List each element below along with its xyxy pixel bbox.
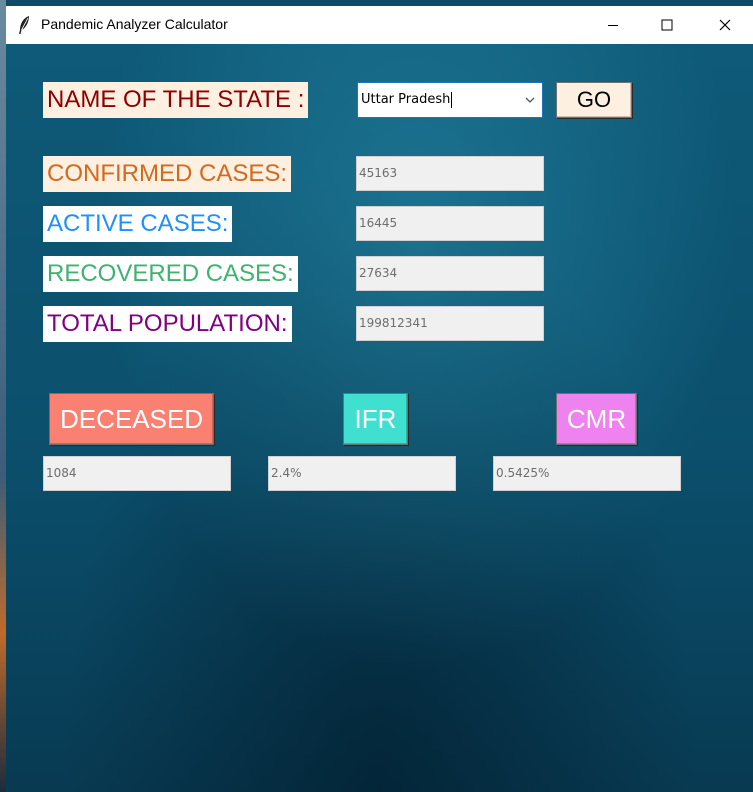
recovered-cases-field[interactable]: 27634	[356, 256, 544, 291]
ifr-button[interactable]: IFR	[343, 393, 408, 445]
state-combobox-value: Uttar Pradesh	[361, 91, 453, 108]
cmr-button[interactable]: CMR	[556, 393, 637, 445]
confirmed-cases-field[interactable]: 45163	[356, 156, 544, 191]
go-button[interactable]: GO	[556, 82, 632, 118]
app-window: Pandemic Analyzer Calculator NAME OF THE…	[0, 0, 753, 792]
state-label: NAME OF THE STATE :	[43, 82, 309, 118]
active-cases-field[interactable]: 16445	[356, 206, 544, 241]
maximize-button[interactable]	[644, 6, 690, 44]
chevron-down-icon[interactable]	[524, 94, 536, 106]
minimize-button[interactable]	[590, 6, 636, 44]
ifr-field[interactable]: 2.4%	[268, 456, 456, 491]
recovered-cases-label: RECOVERED CASES:	[43, 256, 298, 292]
close-icon	[719, 19, 731, 31]
title-bar[interactable]: Pandemic Analyzer Calculator	[6, 6, 753, 44]
maximize-icon	[661, 19, 673, 31]
deceased-button[interactable]: DECEASED	[49, 393, 214, 445]
deceased-field[interactable]: 1084	[43, 456, 231, 491]
state-combobox[interactable]: Uttar Pradesh	[357, 82, 543, 118]
active-cases-label: ACTIVE CASES:	[43, 206, 233, 242]
minimize-icon	[608, 25, 618, 26]
total-population-label: TOTAL POPULATION:	[43, 306, 292, 342]
confirmed-cases-label: CONFIRMED CASES:	[43, 156, 292, 192]
feather-icon	[19, 16, 29, 34]
window-title: Pandemic Analyzer Calculator	[41, 16, 228, 32]
cmr-field[interactable]: 0.5425%	[493, 456, 681, 491]
close-button[interactable]	[702, 6, 748, 44]
total-population-field[interactable]: 199812341	[356, 306, 544, 341]
main-panel: NAME OF THE STATE : Uttar Pradesh GO CON…	[6, 44, 753, 792]
